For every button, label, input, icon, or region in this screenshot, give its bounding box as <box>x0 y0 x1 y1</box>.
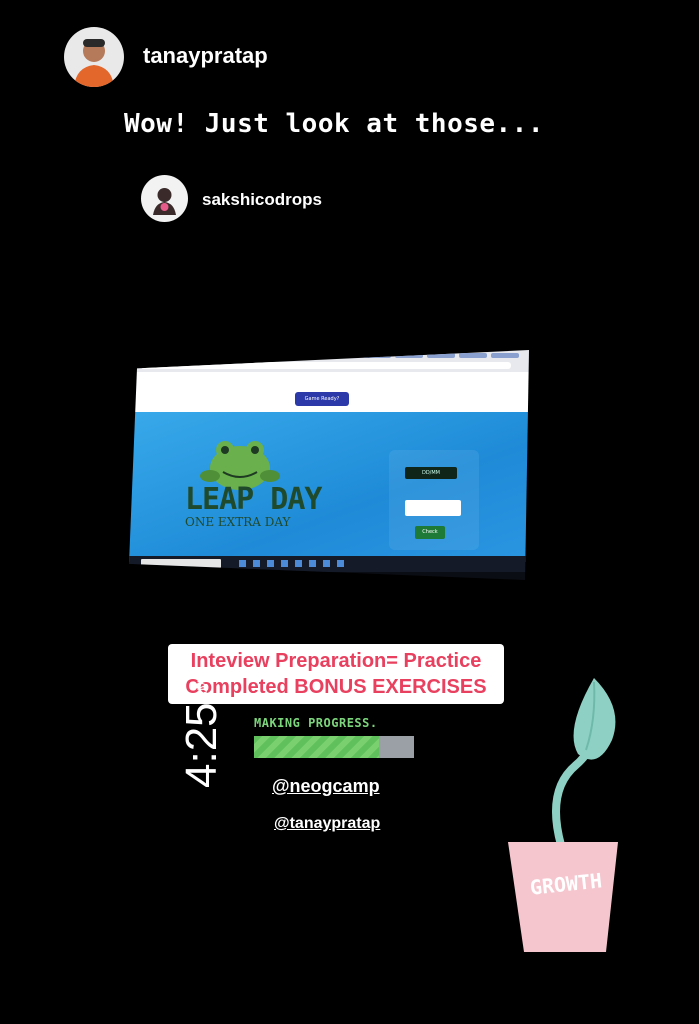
laptop-screen-photo: Game Ready? LEAP DAY ONE EXTRA DAY DD/MM… <box>129 350 529 580</box>
game-ready-button: Game Ready? <box>295 392 349 406</box>
user-avatar-icon <box>153 188 176 215</box>
taskbar-app-icon <box>309 560 316 567</box>
check-button: Check <box>415 526 445 539</box>
text-sticker[interactable]: Inteview Preparation= Practice Completed… <box>168 644 504 704</box>
time-value: 4:25 <box>177 702 226 788</box>
taskbar-app-icon <box>281 560 288 567</box>
taskbar-app-icon <box>323 560 330 567</box>
time-sticker[interactable]: 4:25AM <box>177 679 226 788</box>
taskbar-search <box>141 559 221 568</box>
date-format-label: DD/MM <box>405 467 457 479</box>
sticker-line-1: Inteview Preparation= Practice <box>190 650 482 672</box>
time-ampm: AM <box>194 679 210 701</box>
taskbar-app-icon <box>295 560 302 567</box>
progress-fill <box>254 736 379 758</box>
mention-tanaypratap[interactable]: @tanaypratap <box>274 815 380 833</box>
browser-tabs <box>139 353 519 359</box>
leap-day-logo-subtitle: ONE EXTRA DAY <box>185 515 291 529</box>
shared-post-avatar[interactable] <box>141 175 188 222</box>
user-avatar-icon <box>74 39 114 87</box>
growth-plant-icon[interactable] <box>506 670 636 960</box>
taskbar-app-icon <box>239 560 246 567</box>
progress-bar[interactable] <box>254 736 414 758</box>
taskbar-app-icon <box>267 560 274 567</box>
taskbar-app-icon <box>337 560 344 567</box>
progress-label: MAKING PROGRESS. <box>254 716 378 730</box>
leap-day-logo-title: LEAP DAY <box>185 482 322 517</box>
shared-post-username[interactable]: sakshicodrops <box>202 190 322 210</box>
mention-neogcamp[interactable]: @neogcamp <box>272 776 380 797</box>
taskbar-app-icon <box>253 560 260 567</box>
post-username[interactable]: tanaypratap <box>143 43 268 69</box>
main-avatar[interactable] <box>64 27 124 87</box>
date-input <box>405 500 461 516</box>
sticker-line-2: Completed BONUS EXERCISES <box>185 676 487 698</box>
story-caption: Wow! Just look at those... <box>124 109 544 139</box>
address-bar <box>141 362 511 369</box>
